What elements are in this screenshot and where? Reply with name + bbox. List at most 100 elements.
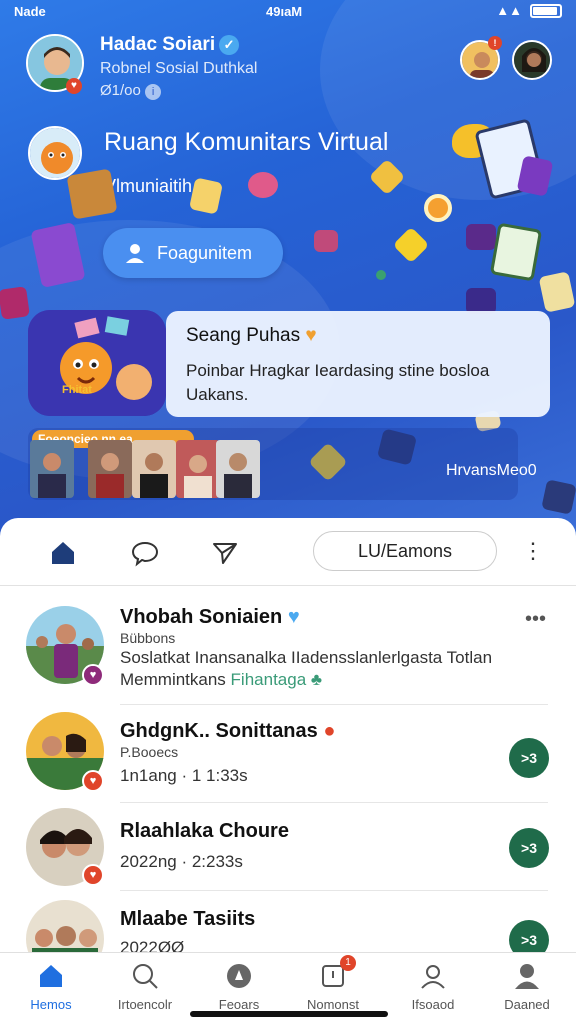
nav-label: Nomonst bbox=[306, 997, 360, 1012]
feed-toolbar: LU/Eamons ⋮ bbox=[0, 518, 576, 586]
open-chat-button[interactable]: >3 bbox=[509, 828, 549, 868]
dot-sticker bbox=[376, 270, 386, 280]
star-sticker bbox=[392, 226, 430, 264]
card-sticker bbox=[0, 286, 30, 320]
community-hero: Nade 49ıaM ▲▲ ♥ Hadac Soiari ✓ Robnel Sos… bbox=[0, 0, 576, 540]
join-button-label: Foagunitem bbox=[157, 242, 253, 263]
photo-sticker bbox=[538, 271, 576, 313]
item-description: Soslatkat Inansanalka IIadensslanlerlgas… bbox=[120, 648, 493, 667]
status-icons: ▲▲ bbox=[496, 3, 562, 18]
item-text: Memmintkans bbox=[120, 670, 226, 689]
battery-icon bbox=[530, 3, 562, 18]
nav-label: Daaned bbox=[504, 997, 550, 1012]
friend-avatar[interactable] bbox=[512, 40, 552, 80]
notification-badge: 1 bbox=[340, 955, 356, 971]
status-bar: Nade 49ıaM ▲▲ bbox=[0, 0, 576, 26]
member-photo[interactable] bbox=[88, 440, 132, 498]
nav-search[interactable]: Irtoencolr bbox=[100, 961, 190, 1012]
bubble-body: Poinbar Hragkar Ieardasing stine bosloa … bbox=[186, 361, 490, 404]
member-photo[interactable] bbox=[30, 440, 74, 498]
frame-sticker bbox=[466, 224, 496, 250]
info-icon: i bbox=[145, 84, 162, 100]
item-name: Rlaahlaka Choure bbox=[120, 820, 289, 842]
friend-notification-badge: ! bbox=[488, 36, 502, 50]
home-icon[interactable] bbox=[48, 538, 78, 568]
member-photo[interactable] bbox=[216, 440, 260, 498]
list-item[interactable]: ♥ Vhobah Soniaien ♥ ••• Bübbons Soslatka… bbox=[0, 586, 576, 705]
members-strip-caption: HrvansMeo0 bbox=[446, 462, 537, 479]
card-sticker bbox=[516, 155, 554, 197]
nav-label: Feoars bbox=[218, 997, 260, 1012]
profile-name: Hadac Soiari bbox=[100, 34, 216, 55]
user-icon bbox=[126, 244, 144, 263]
box-sticker bbox=[66, 168, 118, 220]
nav-notifications[interactable]: 1 Nomonst bbox=[288, 955, 378, 1012]
send-icon[interactable] bbox=[210, 538, 240, 568]
coin-sticker bbox=[424, 194, 452, 222]
compass-icon bbox=[224, 961, 254, 991]
item-timestamp: 1n1ang · 1 1:33s bbox=[120, 766, 248, 785]
nav-friends[interactable]: Ifsoaod bbox=[388, 961, 478, 1012]
nav-account[interactable]: Daaned bbox=[482, 961, 572, 1012]
more-horizontal-icon[interactable]: ••• bbox=[525, 608, 546, 631]
profile-outline-icon bbox=[418, 961, 448, 991]
profile-name-row[interactable]: Hadac Soiari ✓ bbox=[100, 34, 240, 56]
bubble-title-row: Seang Puhas ♥ bbox=[186, 325, 530, 347]
item-name-row: Vhobah Soniaien ♥ bbox=[120, 606, 300, 629]
item-meta: Bübbons bbox=[120, 630, 176, 646]
home-icon bbox=[36, 961, 66, 991]
item-name-row: GhdgnK.. Sonittanas ● bbox=[120, 720, 335, 743]
featured-community-card[interactable]: Fhitat bbox=[28, 310, 166, 416]
bubble-title: Seang Puhas bbox=[186, 325, 301, 346]
nav-label: Irtoencolr bbox=[117, 997, 173, 1012]
account-icon bbox=[512, 961, 542, 991]
verified-icon: ♥ bbox=[287, 606, 300, 628]
item-description-line2: Memmintkans Fihantaga ♣ bbox=[120, 670, 322, 690]
member-photo[interactable] bbox=[176, 440, 220, 498]
item-name: Mlaabe Tasiits bbox=[120, 908, 256, 930]
bubble-sticker bbox=[248, 172, 278, 198]
item-name: GhdgnK.. Sonittanas bbox=[120, 720, 318, 742]
member-badge-icon: ♥ bbox=[82, 770, 104, 792]
photo-sticker bbox=[489, 222, 543, 282]
community-title: Ruang Komunitars Virtual bbox=[104, 128, 389, 156]
card-sticker bbox=[541, 479, 576, 515]
list-item[interactable]: Mlaabe Tasiits 2022ØØ >3 bbox=[0, 890, 576, 978]
notification-icon: 1 bbox=[318, 955, 356, 991]
featured-message-bubble[interactable]: Seang Puhas ♥ Poinbar Hragkar Ieardasing… bbox=[166, 311, 550, 417]
community-subtitle: Vlmuniaitih bbox=[104, 176, 193, 196]
clock: 49ıaM bbox=[266, 4, 303, 19]
verified-icon: ✓ bbox=[219, 34, 240, 55]
featured-card-label: Fhitat bbox=[62, 384, 92, 396]
more-vertical-icon[interactable]: ⋮ bbox=[522, 538, 544, 564]
member-badge-icon: ♥ bbox=[82, 664, 104, 686]
nav-home[interactable]: Hemos bbox=[6, 961, 96, 1012]
list-item[interactable]: ♥ GhdgnK.. Sonittanas ● P.Booecs 1n1ang … bbox=[0, 704, 576, 803]
open-chat-button[interactable]: >3 bbox=[509, 738, 549, 778]
mascot-illustration bbox=[28, 310, 166, 416]
nav-label: Ifsoaod bbox=[411, 997, 455, 1012]
leaf-icon: ♣ bbox=[310, 670, 323, 689]
join-community-button[interactable]: Foagunitem bbox=[103, 228, 283, 278]
nav-label: Hemos bbox=[30, 997, 72, 1012]
member-photo[interactable] bbox=[132, 440, 176, 498]
profile-status-badge: ♥ bbox=[66, 78, 82, 94]
member-badge-icon: ♥ bbox=[82, 864, 104, 886]
signal-icon: ▲▲ bbox=[496, 3, 522, 18]
balloon-icon: ● bbox=[323, 720, 336, 742]
search-icon bbox=[130, 961, 160, 991]
profile-subtitle: Robnel Sosial Duthkal bbox=[100, 60, 258, 77]
note-sticker bbox=[188, 177, 224, 215]
nav-explore[interactable]: Feoars bbox=[194, 961, 284, 1012]
list-item[interactable]: ♥ Rlaahlaka Choure 2022ng · 2:233s >3 bbox=[0, 802, 576, 891]
gift-sticker bbox=[314, 230, 338, 252]
item-accent-link[interactable]: Fihantaga bbox=[231, 670, 307, 689]
item-timestamp: 2022ng · 2:233s bbox=[120, 852, 243, 871]
filter-button[interactable]: LU/Eamons bbox=[313, 531, 497, 571]
chat-icon[interactable] bbox=[130, 538, 160, 568]
home-indicator[interactable] bbox=[190, 1011, 388, 1017]
profile-meta-text: Ø1/oo bbox=[100, 82, 141, 99]
profile-meta: Ø1/oo i bbox=[100, 82, 162, 100]
community-avatar[interactable] bbox=[28, 126, 82, 180]
carrier-label: Nade bbox=[14, 4, 46, 19]
